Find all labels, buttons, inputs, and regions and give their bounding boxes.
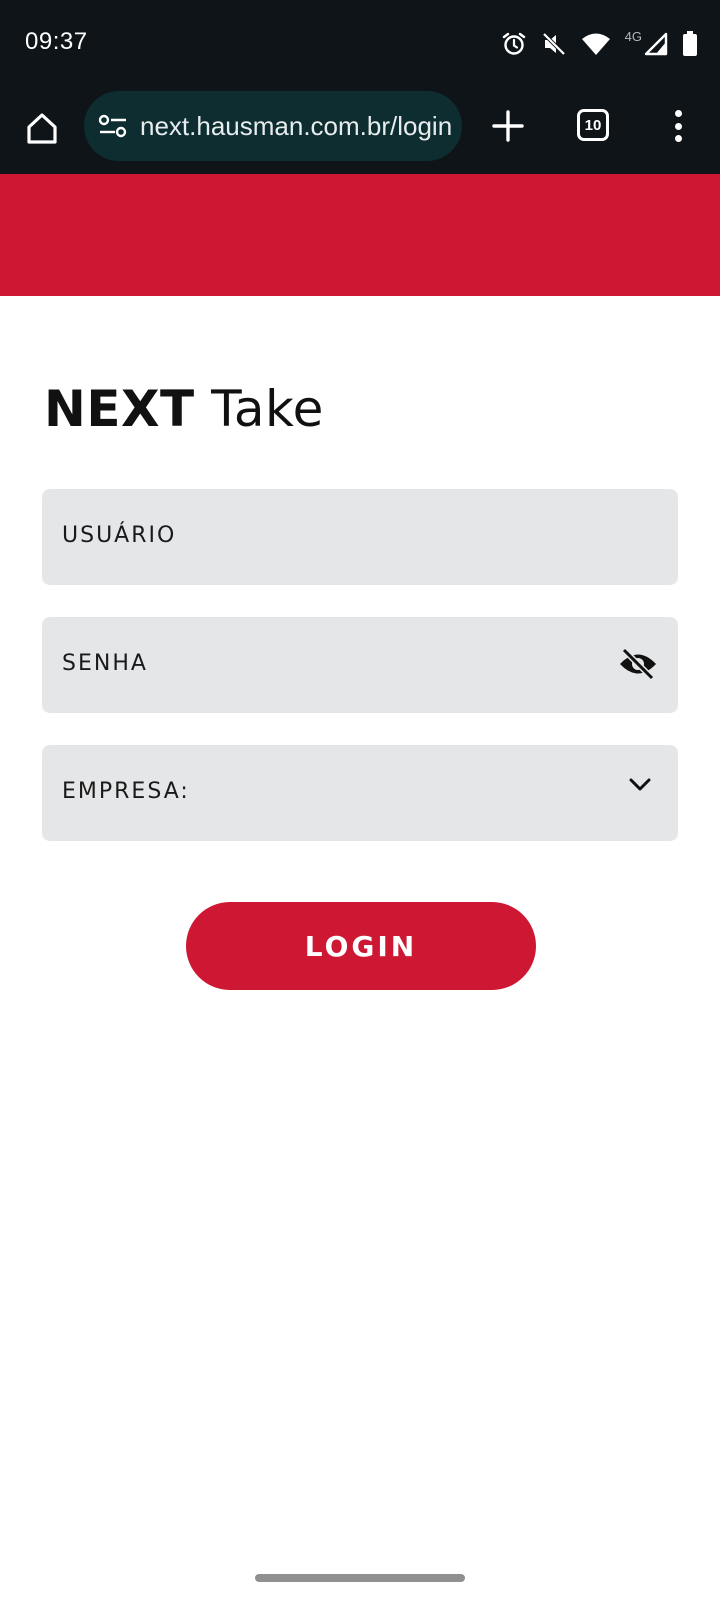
wifi-icon — [581, 32, 611, 56]
home-button[interactable] — [22, 108, 62, 148]
site-settings-icon[interactable] — [98, 113, 128, 143]
battery-icon — [682, 31, 698, 57]
menu-dot — [674, 110, 682, 117]
home-icon — [27, 113, 57, 144]
title-brand: NEXT — [44, 380, 195, 438]
url-text[interactable]: next.hausman.com.br/login — [140, 111, 454, 142]
login-button[interactable]: LOGIN — [186, 902, 536, 990]
title-product: Take — [194, 380, 324, 438]
company-select[interactable]: EMPRESA: — [42, 745, 678, 841]
eye-off-icon[interactable] — [618, 647, 658, 685]
password-field[interactable]: SENHA — [42, 617, 678, 713]
status-time: 09:37 — [25, 28, 88, 55]
url-bar[interactable]: next.hausman.com.br/login — [84, 91, 462, 161]
tabs-button[interactable]: 10 — [577, 109, 609, 141]
menu-button[interactable] — [664, 106, 692, 146]
new-tab-icon — [492, 110, 524, 142]
password-label: SENHA — [62, 651, 148, 676]
signal-icon — [644, 32, 668, 56]
username-field[interactable]: USUÁRIO — [42, 489, 678, 585]
username-label: USUÁRIO — [62, 523, 177, 548]
browser-toolbar: next.hausman.com.br/login 10 — [0, 88, 720, 174]
gesture-home-indicator[interactable] — [255, 1574, 465, 1582]
status-bar: 09:37 4G — [0, 0, 720, 88]
new-tab-button[interactable] — [488, 106, 528, 146]
company-label: EMPRESA: — [62, 779, 190, 804]
header-banner — [0, 174, 720, 296]
status-icons: 4G — [501, 28, 698, 60]
menu-dot — [674, 122, 682, 130]
chevron-down-icon — [628, 777, 652, 797]
page-title: NEXT Take — [44, 380, 324, 438]
alarm-icon — [501, 31, 527, 57]
menu-dot — [674, 135, 682, 142]
mute-icon — [541, 31, 567, 57]
network-type-label: 4G — [624, 28, 642, 44]
